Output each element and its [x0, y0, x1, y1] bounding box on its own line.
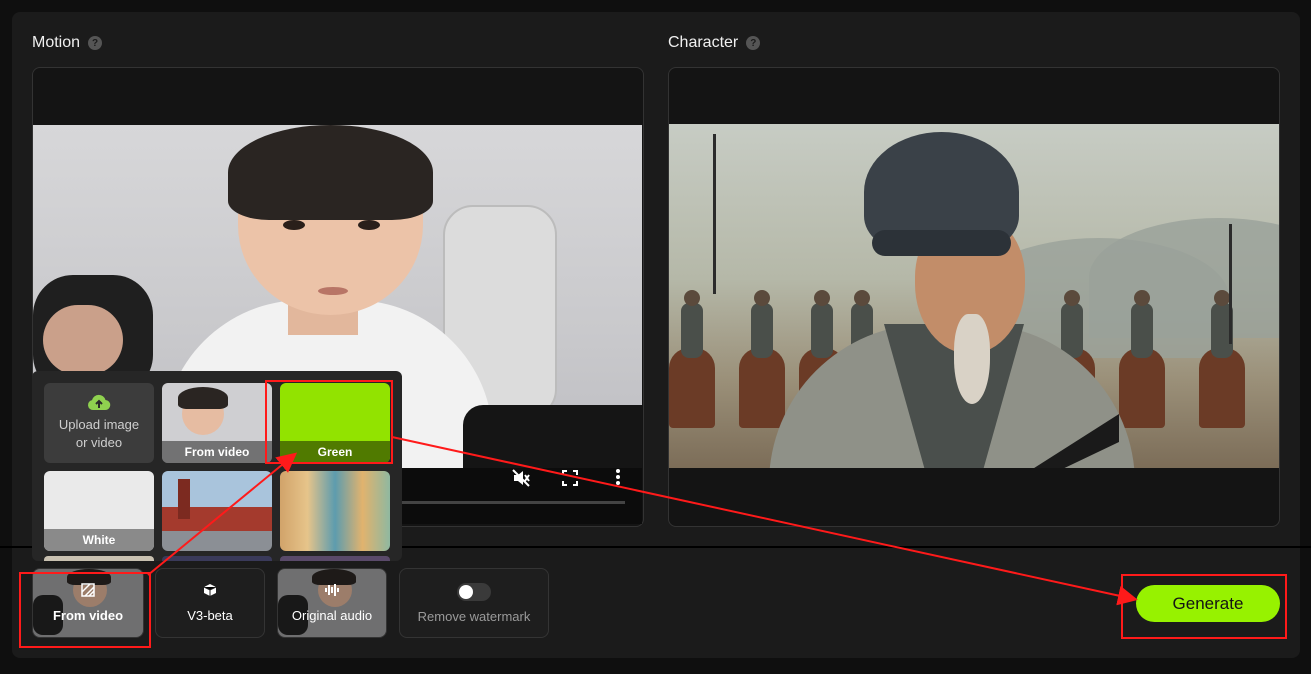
arrow-to-green [147, 452, 298, 576]
arrow-to-generate [391, 436, 1138, 606]
annotation-arrows [147, 436, 1138, 606]
